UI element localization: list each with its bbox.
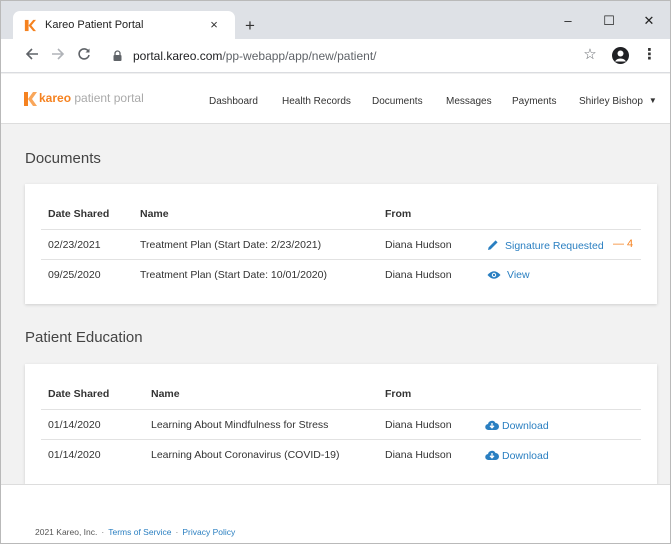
user-menu[interactable]: Shirley Bishop ▼ xyxy=(579,96,657,107)
patient-education-title: Patient Education xyxy=(25,329,143,346)
documents-title: Documents xyxy=(25,150,101,167)
user-name: Shirley Bishop xyxy=(579,96,643,107)
view-link[interactable]: View xyxy=(487,269,530,281)
nav-dashboard[interactable]: Dashboard xyxy=(209,96,258,107)
row-name: Learning About Coronavirus (COVID-19) xyxy=(151,449,340,461)
reload-icon[interactable] xyxy=(75,47,93,65)
close-window-icon[interactable]: ✕ xyxy=(634,11,664,31)
header-name: Name xyxy=(140,208,169,220)
divider xyxy=(41,439,641,440)
header-from: From xyxy=(385,208,412,220)
url-host: portal.kareo.com xyxy=(133,49,223,63)
row-date: 01/14/2020 xyxy=(48,449,101,461)
new-tab-icon[interactable]: + xyxy=(241,17,259,35)
app-header: kareo patient portal Dashboard Health Re… xyxy=(1,74,670,124)
nav-messages[interactable]: Messages xyxy=(446,96,492,107)
cloud-download-icon xyxy=(485,450,499,461)
browser-window: Kareo Patient Portal × + – ☐ ✕ portal.ka… xyxy=(0,0,671,544)
header-date-shared: Date Shared xyxy=(48,388,110,400)
row-name: Treatment Plan (Start Date: 2/23/2021) xyxy=(140,239,322,251)
kareo-logo-icon xyxy=(24,92,37,106)
divider xyxy=(41,259,641,260)
lock-icon xyxy=(113,50,122,61)
url-path: /pp-webapp/app/new/patient/ xyxy=(222,49,377,63)
back-arrow-icon[interactable] xyxy=(23,47,41,65)
signature-requested-link[interactable]: Signature Requested xyxy=(487,239,604,252)
row-from: Diana Hudson xyxy=(385,239,452,251)
signature-count: — 4 xyxy=(613,238,634,250)
address-bar[interactable]: portal.kareo.com/pp-webapp/app/new/patie… xyxy=(99,44,569,68)
url-text: portal.kareo.com/pp-webapp/app/new/patie… xyxy=(133,49,377,63)
education-card: Date Shared Name From 01/14/2020 Learnin… xyxy=(25,364,657,484)
nav-health-records[interactable]: Health Records xyxy=(282,96,351,107)
row-date: 02/23/2021 xyxy=(48,239,101,251)
minimize-icon[interactable]: – xyxy=(553,11,583,31)
star-icon[interactable]: ☆ xyxy=(581,46,599,64)
copyright: 2021 Kareo, Inc. xyxy=(35,527,98,537)
tab-close-icon[interactable]: × xyxy=(206,17,222,33)
row-from: Diana Hudson xyxy=(385,449,452,461)
pencil-icon xyxy=(488,240,498,250)
cloud-download-icon xyxy=(485,420,499,431)
header-from: From xyxy=(385,388,412,400)
row-from: Diana Hudson xyxy=(385,269,452,281)
header-name: Name xyxy=(151,388,180,400)
logo-brand: kareo xyxy=(39,91,72,105)
row-name: Learning About Mindfulness for Stress xyxy=(151,419,329,431)
profile-icon[interactable] xyxy=(612,47,629,64)
divider xyxy=(41,229,641,230)
page-footer: 2021 Kareo, Inc. · Terms of Service · Privac… xyxy=(1,484,670,543)
caret-down-icon: ▼ xyxy=(648,96,657,105)
footer-separator: · xyxy=(101,527,105,537)
forward-arrow-icon[interactable] xyxy=(49,47,67,65)
download-link[interactable]: Download xyxy=(485,419,549,432)
row-date: 09/25/2020 xyxy=(48,269,101,281)
tab-strip: Kareo Patient Portal × + – ☐ ✕ xyxy=(1,1,670,39)
nav-documents[interactable]: Documents xyxy=(372,96,423,107)
browser-tab[interactable]: Kareo Patient Portal × xyxy=(13,11,235,39)
eye-icon xyxy=(487,271,501,279)
privacy-policy-link[interactable]: Privacy Policy xyxy=(182,527,235,537)
row-date: 01/14/2020 xyxy=(48,419,101,431)
page-content: kareo patient portal Dashboard Health Re… xyxy=(1,74,670,543)
documents-card: Date Shared Name From 02/23/2021 Treatme… xyxy=(25,184,657,304)
row-name: Treatment Plan (Start Date: 10/01/2020) xyxy=(140,269,327,281)
kareo-favicon-icon xyxy=(24,19,36,32)
maximize-icon[interactable]: ☐ xyxy=(594,11,624,31)
row-from: Diana Hudson xyxy=(385,419,452,431)
nav-payments[interactable]: Payments xyxy=(512,96,556,107)
logo-subtitle: patient portal xyxy=(71,91,144,105)
kebab-menu-icon[interactable]: ⋮ xyxy=(642,46,657,64)
divider xyxy=(41,409,641,410)
footer-separator: · xyxy=(175,527,179,537)
browser-toolbar: portal.kareo.com/pp-webapp/app/new/patie… xyxy=(1,39,670,73)
download-link[interactable]: Download xyxy=(485,449,549,462)
tab-title: Kareo Patient Portal xyxy=(45,19,144,31)
terms-of-service-link[interactable]: Terms of Service xyxy=(108,527,171,537)
header-date-shared: Date Shared xyxy=(48,208,110,220)
